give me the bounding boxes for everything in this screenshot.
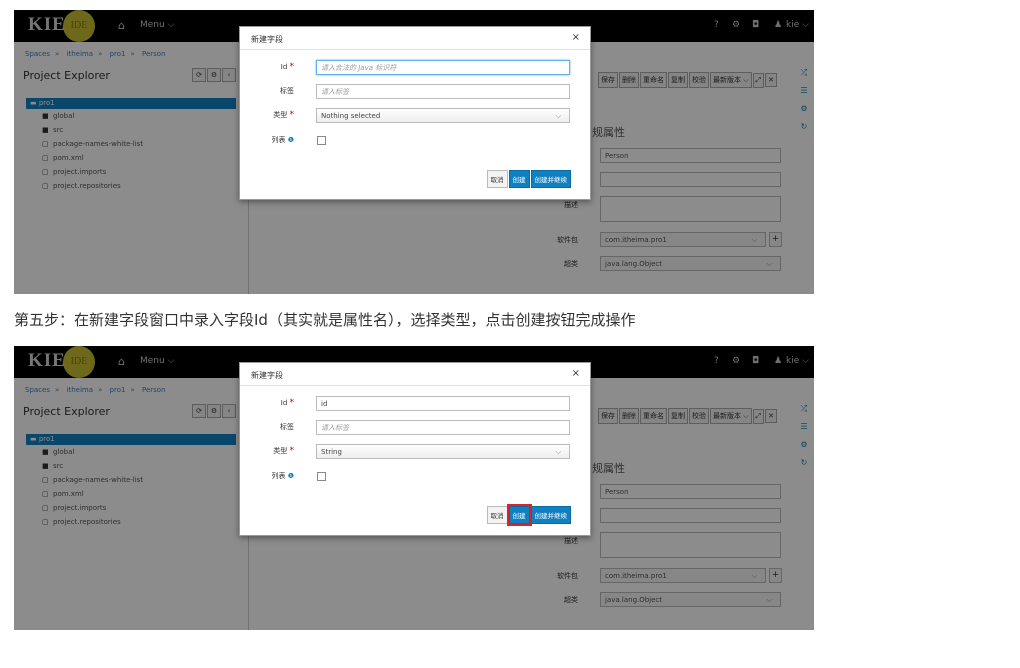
close-icon[interactable]: × (572, 368, 580, 379)
dialog-title: 新建字段 (251, 35, 283, 44)
info-icon: ❶ (287, 136, 294, 144)
create-button[interactable]: 创建 (508, 170, 530, 188)
list-checkbox[interactable] (317, 472, 326, 481)
list-label: 列表 ❶ (271, 472, 294, 480)
dialog-title: 新建字段 (251, 371, 283, 380)
chevron-down-icon: ⌵ (555, 448, 561, 456)
id-input[interactable]: 请入合法的 Java 标识符 (316, 60, 570, 75)
required-icon: * (289, 110, 295, 120)
required-icon: * (289, 398, 295, 408)
create-continue-button[interactable]: 创建并继续 (530, 170, 571, 188)
cancel-button[interactable]: 取消 (486, 506, 508, 524)
label-label: 标签 (280, 423, 294, 431)
info-icon: ❶ (287, 472, 294, 480)
type-select[interactable]: String ⌵ (316, 444, 570, 459)
new-field-dialog: 新建字段 × Id * id 标签 请入标签 类型 * String ⌵ 列表 ❶… (239, 362, 591, 536)
id-label: Id * (280, 62, 295, 72)
list-checkbox[interactable] (317, 136, 326, 145)
type-label: 类型 * (273, 110, 295, 120)
dialog-buttons: 取消 创建 创建并继续 (486, 167, 571, 188)
close-icon[interactable]: × (572, 32, 580, 43)
type-select[interactable]: Nothing selected ⌵ (316, 108, 570, 123)
label-input[interactable]: 请入标签 (316, 84, 570, 99)
new-field-dialog: 新建字段 × Id * 请入合法的 Java 标识符 标签 请入标签 类型 * … (239, 26, 591, 200)
cancel-button[interactable]: 取消 (486, 170, 508, 188)
required-icon: * (289, 62, 295, 72)
type-label: 类型 * (273, 446, 295, 456)
label-label: 标签 (280, 87, 294, 95)
step-caption: 第五步：在新建字段窗口中录入字段Id（其实就是属性名），选择类型，点击创建按钮完… (14, 311, 636, 329)
screenshot-step-5: KIE IDE ⌂ Menu ⌵ ? ⚙ ◘ ♟ kie ⌵ Spaces» i… (14, 346, 814, 630)
chevron-down-icon: ⌵ (555, 112, 561, 120)
create-continue-button[interactable]: 创建并继续 (530, 506, 571, 524)
required-icon: * (289, 446, 295, 456)
dialog-divider (240, 385, 590, 386)
id-input[interactable]: id (316, 396, 570, 411)
list-label: 列表 ❶ (271, 136, 294, 144)
id-label: Id * (280, 398, 295, 408)
screenshot-step-4: KIE IDE ⌂ Menu ⌵ ? ⚙ ◘ ♟ kie ⌵ Spaces» i… (14, 10, 814, 294)
create-button[interactable]: 创建 (506, 504, 532, 526)
dialog-buttons: 取消 创建 创建并继续 (486, 503, 571, 526)
label-input[interactable]: 请入标签 (316, 420, 570, 435)
dialog-divider (240, 49, 590, 50)
